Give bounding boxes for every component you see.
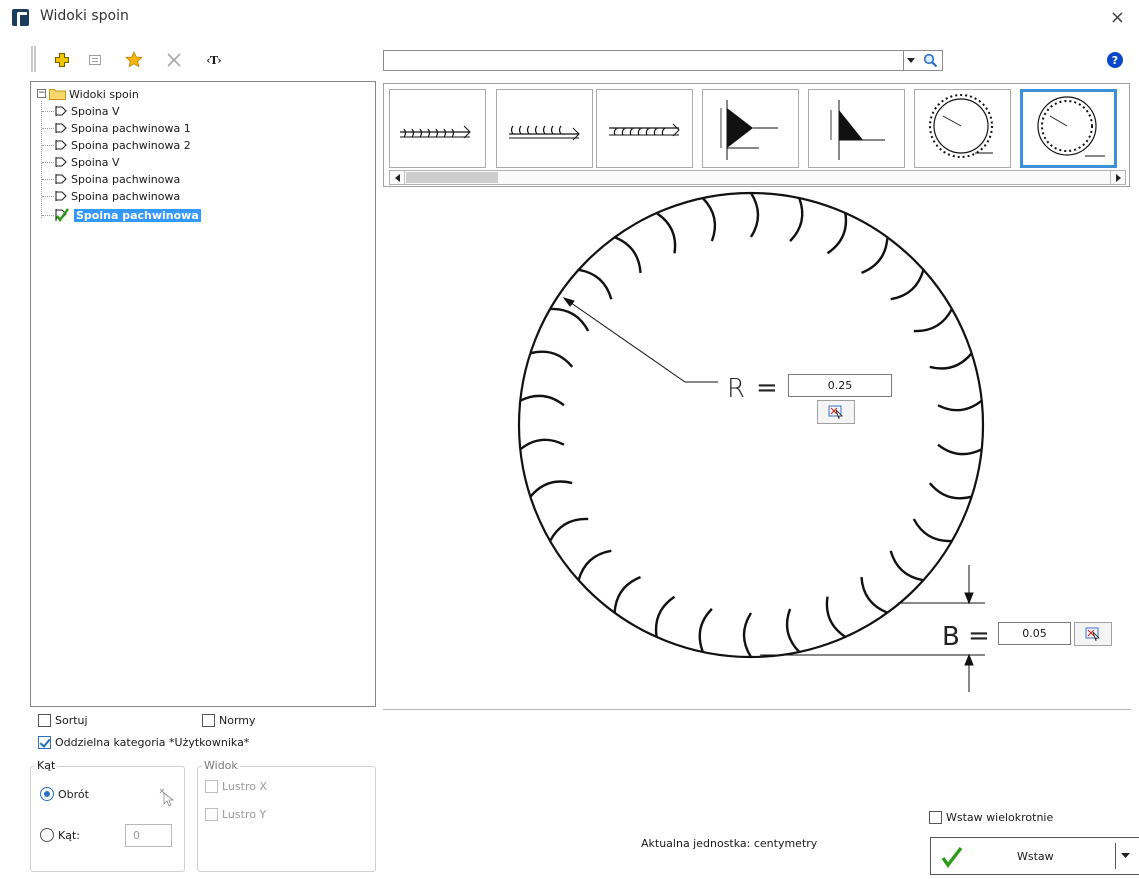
weld-scallop (937, 443, 983, 456)
kat-label: Kąt: (58, 828, 80, 842)
weld-scallop (928, 482, 972, 500)
sortuj-label: Sortuj (55, 714, 88, 727)
wstaw-wielokrotnie-checkbox[interactable]: Wstaw wielokrotnie (929, 811, 1053, 824)
weld-scallop (577, 549, 612, 581)
kat-radio[interactable]: Kąt: (40, 828, 80, 842)
radius-leader (562, 297, 718, 383)
lustro-x-checkbox[interactable]: Lustro X (205, 780, 267, 793)
preview-separator (383, 709, 1131, 710)
weld-scallop (519, 438, 565, 451)
b-label: B (942, 622, 960, 652)
radius-pick-button[interactable] (817, 400, 855, 424)
radius-label: R (727, 374, 745, 404)
rotate-cursor-icon[interactable] (158, 787, 174, 807)
insert-button-label: Wstaw (1017, 850, 1054, 863)
weld-scallop (529, 480, 573, 498)
weld-scallop (519, 394, 565, 407)
lustro-x-label: Lustro X (222, 780, 267, 793)
oddzielna-kategoria-checkbox[interactable]: Oddzielna kategoria *Użytkownika* (38, 736, 249, 749)
weld-scallop (889, 550, 924, 582)
sortuj-checkbox[interactable]: Sortuj (38, 714, 88, 727)
weld-scallop (826, 212, 848, 255)
checkbox-box[interactable] (38, 736, 51, 749)
obrot-label: Obrót (58, 787, 89, 801)
checkbox-box[interactable] (38, 714, 51, 727)
b-value: 0.05 (1022, 627, 1047, 640)
checkbox-box[interactable] (205, 780, 218, 793)
radius-value: 0.25 (827, 379, 853, 392)
lustro-y-label: Lustro Y (222, 808, 267, 821)
normy-checkbox[interactable]: Normy (202, 714, 256, 727)
insert-button[interactable]: Wstaw (930, 837, 1139, 875)
weld-scallop (937, 399, 983, 412)
checkbox-box[interactable] (205, 808, 218, 821)
pick-point-icon (1085, 627, 1100, 641)
radio-dot[interactable] (40, 787, 54, 801)
weld-scallop (929, 352, 973, 370)
current-unit-text: Aktualna jednostka: centymetry (641, 837, 818, 850)
radius-equals: = (756, 373, 778, 403)
weld-scallop (613, 575, 641, 613)
weld-scallop (550, 307, 590, 332)
b-value-field[interactable]: 0.05 (998, 622, 1071, 645)
weld-scallop (530, 350, 574, 368)
weld-scallop (789, 197, 804, 242)
weld-scallop (654, 595, 676, 638)
weld-scallop (860, 577, 888, 614)
weld-scallop (912, 518, 952, 543)
weld-scallops (519, 192, 983, 658)
split-separator (1115, 843, 1116, 869)
weld-scallop (698, 608, 713, 653)
weld-scallop (861, 237, 889, 275)
kat-value: 0 (133, 829, 140, 842)
weld-scallop (655, 212, 677, 254)
weld-scallop (749, 192, 760, 238)
widok-group-title: Widok (202, 759, 240, 772)
checkbox-box[interactable] (202, 714, 215, 727)
checkmark-icon (941, 846, 963, 868)
weld-scallop (890, 269, 925, 301)
normy-label: Normy (219, 714, 256, 727)
b-pick-button[interactable] (1074, 622, 1112, 646)
weld-scallop (549, 517, 589, 542)
weld-circle (517, 191, 985, 659)
checkbox-box[interactable] (929, 811, 942, 824)
wstaw-wielokrotnie-label: Wstaw wielokrotnie (946, 811, 1054, 824)
weld-scallop (701, 197, 717, 242)
obrot-radio[interactable]: Obrót (40, 787, 89, 801)
oddzielna-kategoria-label: Oddzielna kategoria *Użytkownika* (55, 736, 250, 749)
kat-group-title: Kąt (35, 759, 58, 772)
radius-value-field[interactable]: 0.25 (788, 374, 892, 397)
kat-input[interactable]: 0 (125, 824, 172, 847)
weld-scallop (742, 612, 753, 658)
pick-point-icon (828, 405, 843, 419)
weld-scallop (825, 596, 847, 638)
weld-scallop (578, 268, 613, 300)
radio-dot[interactable] (40, 828, 54, 842)
weld-scallop (913, 308, 953, 333)
chevron-down-icon[interactable] (1121, 853, 1130, 859)
weld-scallop (614, 236, 642, 273)
weld-scallop (785, 608, 801, 653)
kat-group: Kąt (30, 759, 185, 872)
b-equals: = (968, 621, 990, 651)
lustro-y-checkbox[interactable]: Lustro Y (205, 808, 266, 821)
